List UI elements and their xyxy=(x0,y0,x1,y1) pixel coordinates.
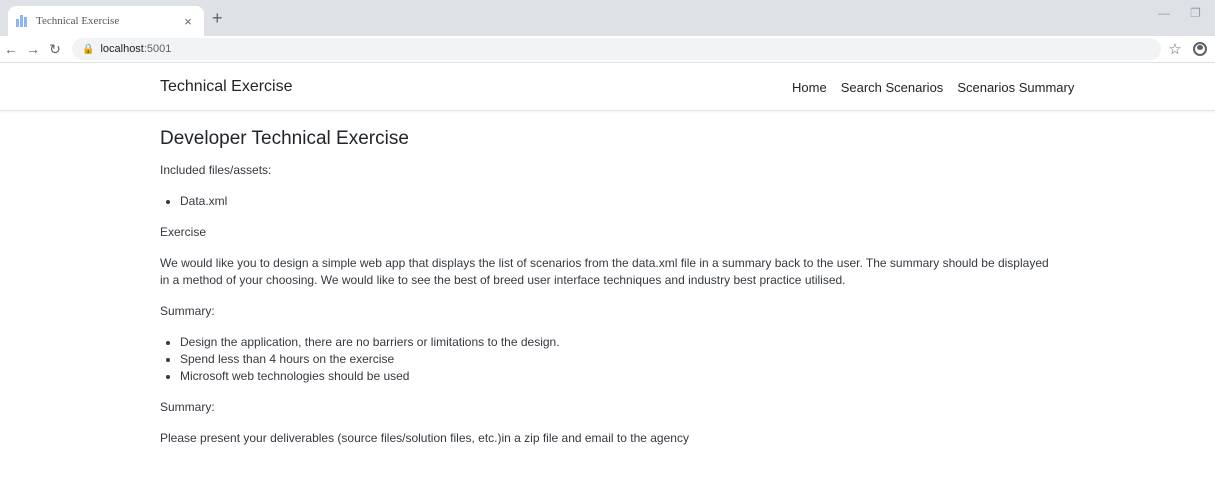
page-title: Developer Technical Exercise xyxy=(160,128,409,149)
address-bar: ← → ↻ 🔒 localhost:5001 ☆ xyxy=(0,36,1215,63)
summary-label: Summary: xyxy=(160,400,215,414)
nav-links: Home Search Scenarios Scenarios Summary xyxy=(792,80,1074,95)
nav-link-scenarios-summary[interactable]: Scenarios Summary xyxy=(957,80,1074,95)
description-text: We would like you to design a simple web… xyxy=(160,256,1049,287)
site-navbar: Technical Exercise Home Search Scenarios… xyxy=(0,63,1215,111)
main-content: Developer Technical Exercise Included fi… xyxy=(160,128,1060,461)
new-tab-button[interactable]: + xyxy=(212,8,223,28)
list-item: Data.xml xyxy=(180,193,1060,210)
browser-tab-strip: Technical Exercise × + — ❐ xyxy=(0,0,1215,36)
summary-list: Design the application, there are no bar… xyxy=(160,334,1060,385)
url-text: localhost:5001 xyxy=(100,43,172,55)
favicon-icon xyxy=(16,15,28,27)
close-icon[interactable]: × xyxy=(180,14,196,29)
list-item: Microsoft web technologies should be use… xyxy=(180,368,1060,385)
forward-arrow-icon[interactable]: → xyxy=(22,41,44,57)
profile-icon[interactable] xyxy=(1193,42,1207,56)
reload-icon[interactable]: ↻ xyxy=(44,41,66,58)
browser-tab[interactable]: Technical Exercise × xyxy=(8,6,204,36)
list-item: Design the application, there are no bar… xyxy=(180,334,1060,351)
included-label: Included files/assets: xyxy=(160,163,272,177)
back-arrow-icon[interactable]: ← xyxy=(0,41,22,57)
tab-title: Technical Exercise xyxy=(36,15,120,27)
restore-icon[interactable]: ❐ xyxy=(1190,6,1201,20)
minimize-icon[interactable]: — xyxy=(1158,6,1170,20)
url-input[interactable]: 🔒 localhost:5001 xyxy=(72,38,1161,60)
star-icon[interactable]: ☆ xyxy=(1161,40,1189,58)
nav-link-home[interactable]: Home xyxy=(792,80,827,95)
lock-icon[interactable]: 🔒 xyxy=(82,44,94,55)
summary-label: Summary: xyxy=(160,304,215,318)
deliverables-text: Please present your deliverables (source… xyxy=(160,431,689,445)
exercise-label: Exercise xyxy=(160,225,207,239)
nav-link-search-scenarios[interactable]: Search Scenarios xyxy=(841,80,944,95)
list-item: Spend less than 4 hours on the exercise xyxy=(180,351,1060,368)
brand-link[interactable]: Technical Exercise xyxy=(160,78,293,96)
files-list: Data.xml xyxy=(160,193,1060,210)
